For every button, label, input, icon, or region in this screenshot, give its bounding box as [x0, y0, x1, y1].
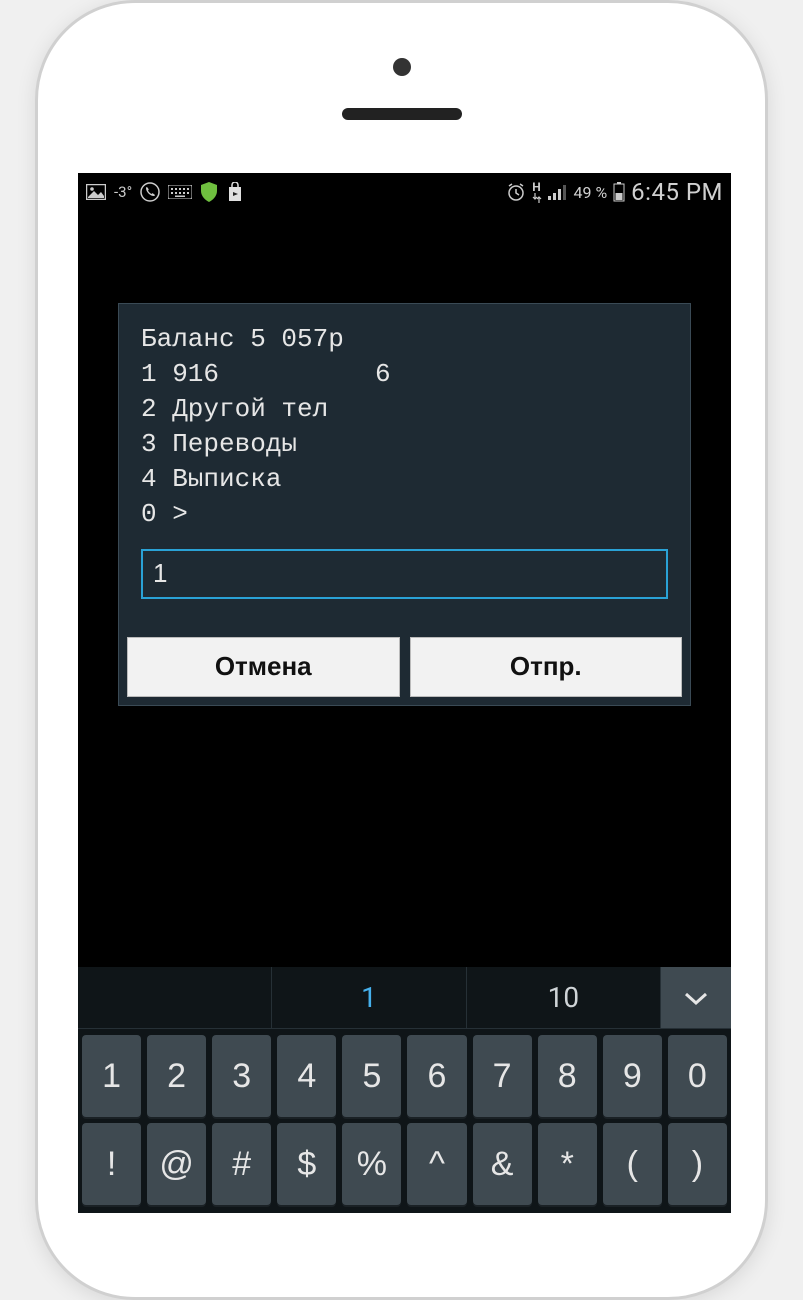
battery-percent-text: 49 % — [574, 183, 608, 202]
phone-speaker — [342, 108, 462, 120]
symbol-key-9[interactable]: ) — [668, 1123, 727, 1205]
signal-icon — [548, 184, 568, 200]
chevron-down-icon — [683, 990, 709, 1006]
digit-key-7[interactable]: 8 — [538, 1035, 597, 1117]
digit-key-1[interactable]: 2 — [147, 1035, 206, 1117]
symbol-key-5[interactable]: ^ — [407, 1123, 466, 1205]
keyboard-rows: 1234567890 !@#$%^&*() — [78, 1029, 731, 1213]
battery-icon — [613, 182, 625, 202]
dialog-buttons: Отмена Отпр. — [119, 629, 690, 705]
suggestion-1[interactable] — [78, 967, 272, 1028]
picture-icon — [86, 184, 106, 200]
suggestion-3[interactable]: 10 — [467, 967, 661, 1028]
symbol-key-3[interactable]: $ — [277, 1123, 336, 1205]
status-bar: -3° H — [78, 173, 731, 211]
phone-screen: -3° H — [78, 173, 731, 1213]
cancel-button[interactable]: Отмена — [127, 637, 400, 697]
temperature-text: -3° — [114, 183, 132, 201]
status-bar-left: -3° — [86, 182, 244, 202]
digit-key-8[interactable]: 9 — [603, 1035, 662, 1117]
ussd-dialog: Баланс 5 057р 1 916 6 2 Другой тел 3 Пер… — [118, 303, 691, 706]
send-button[interactable]: Отпр. — [410, 637, 683, 697]
collapse-keyboard-button[interactable] — [661, 967, 731, 1028]
digit-key-3[interactable]: 4 — [277, 1035, 336, 1117]
symbol-key-0[interactable]: ! — [82, 1123, 141, 1205]
digit-key-9[interactable]: 0 — [668, 1035, 727, 1117]
symbol-key-1[interactable]: @ — [147, 1123, 206, 1205]
play-store-icon — [226, 182, 244, 202]
symbol-key-7[interactable]: * — [538, 1123, 597, 1205]
keyboard-row-1: 1234567890 — [82, 1035, 727, 1117]
alarm-icon — [506, 182, 526, 202]
keyboard: 1 10 1234567890 !@#$%^&*() — [78, 967, 731, 1213]
digit-key-5[interactable]: 6 — [407, 1035, 466, 1117]
viber-icon — [140, 182, 160, 202]
phone-shell: -3° H — [35, 0, 768, 1300]
network-type-icon: H — [532, 181, 542, 203]
suggestion-bar: 1 10 — [78, 967, 731, 1029]
symbol-key-8[interactable]: ( — [603, 1123, 662, 1205]
digit-key-6[interactable]: 7 — [473, 1035, 532, 1117]
digit-key-4[interactable]: 5 — [342, 1035, 401, 1117]
keyboard-row-2: !@#$%^&*() — [82, 1123, 727, 1205]
keyboard-indicator-icon — [168, 185, 192, 199]
shield-icon — [200, 182, 218, 202]
status-bar-right: H 49 % 6:45 PM — [506, 178, 724, 206]
digit-key-0[interactable]: 1 — [82, 1035, 141, 1117]
ussd-input[interactable] — [141, 549, 668, 599]
clock-text: 6:45 PM — [631, 178, 723, 206]
suggestion-2[interactable]: 1 — [272, 967, 466, 1028]
symbol-key-4[interactable]: % — [342, 1123, 401, 1205]
symbol-key-2[interactable]: # — [212, 1123, 271, 1205]
dialog-body: Баланс 5 057р 1 916 6 2 Другой тел 3 Пер… — [119, 304, 690, 629]
phone-camera — [393, 58, 411, 76]
digit-key-2[interactable]: 3 — [212, 1035, 271, 1117]
ussd-message: Баланс 5 057р 1 916 6 2 Другой тел 3 Пер… — [141, 322, 668, 533]
symbol-key-6[interactable]: & — [473, 1123, 532, 1205]
